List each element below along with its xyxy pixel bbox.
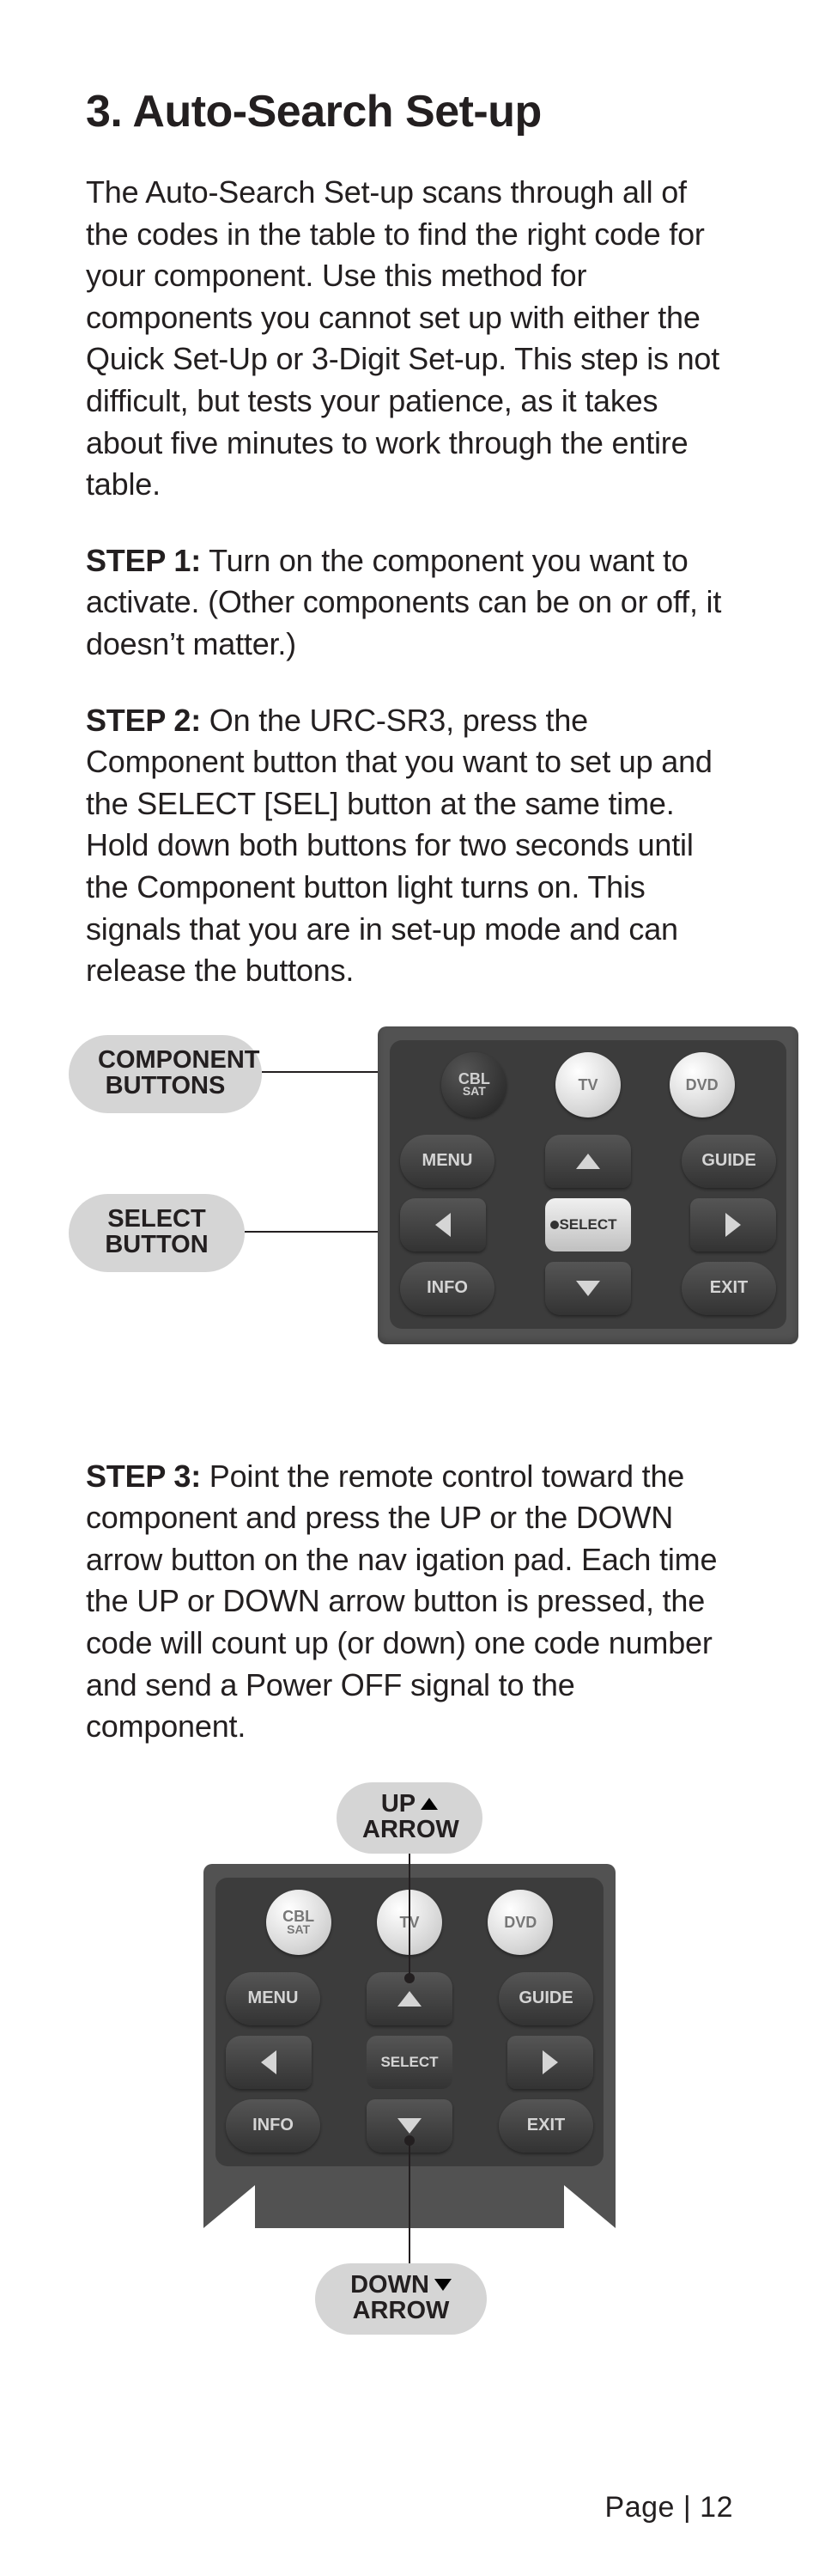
section-title-text: Auto-Search Set-up (132, 87, 541, 137)
left-arrow-button (400, 1198, 486, 1251)
select-button: SELECT (367, 2036, 452, 2089)
exit-button: EXIT (499, 2099, 593, 2153)
callout-component-buttons: COMPONENT BUTTONS (69, 1035, 262, 1113)
menu-button: MENU (226, 1972, 320, 2025)
dvd-button: DVD (488, 1890, 553, 1955)
info-button: INFO (226, 2099, 320, 2153)
right-arrow-button (507, 2036, 593, 2089)
guide-button: GUIDE (682, 1135, 776, 1188)
step-1: STEP 1: Turn on the component you want t… (86, 540, 733, 666)
leader-line (409, 2141, 410, 2263)
step-3: STEP 3: Point the remote control toward … (86, 1456, 733, 1748)
callout-down-arrow: DOWN ARROW (315, 2263, 487, 2335)
remote-diagram-step2: COMPONENT BUTTONS SELECT BUTTON CBLSAT T… (86, 1026, 733, 1379)
dvd-button: DVD (670, 1052, 735, 1117)
remote-diagram-step3: UP ARROW CBLSAT TV DVD MENU GUIDE SELECT (169, 1782, 650, 2349)
step-2-body: On the URC-SR3, press the Component butt… (86, 703, 713, 989)
tv-button: TV (555, 1052, 621, 1117)
menu-button: MENU (400, 1135, 494, 1188)
step-2: STEP 2: On the URC-SR3, press the Compon… (86, 700, 733, 992)
step-1-label: STEP 1: (86, 543, 201, 578)
section-number: 3. (86, 87, 122, 137)
up-triangle-icon (421, 1798, 438, 1810)
down-triangle-icon (434, 2279, 452, 2291)
select-button-highlighted: SELECT (545, 1198, 631, 1251)
exit-button: EXIT (682, 1262, 776, 1315)
step-3-label: STEP 3: (86, 1459, 201, 1494)
intro-paragraph: The Auto-Search Set-up scans through all… (86, 172, 733, 506)
step-2-label: STEP 2: (86, 703, 201, 738)
remote-illustration: CBLSAT TV DVD MENU GUIDE SELECT INFO (378, 1026, 798, 1344)
step-3-body: Point the remote control toward the comp… (86, 1459, 717, 1745)
cbl-sat-button: CBLSAT (266, 1890, 331, 1955)
cbl-sat-button: CBLSAT (441, 1052, 507, 1117)
right-arrow-button (690, 1198, 776, 1251)
section-heading: 3. Auto-Search Set-up (86, 86, 733, 137)
guide-button: GUIDE (499, 1972, 593, 2025)
down-arrow-button (545, 1262, 631, 1315)
callout-select-button: SELECT BUTTON (69, 1194, 245, 1272)
up-arrow-button (545, 1135, 631, 1188)
callout-up-arrow: UP ARROW (337, 1782, 482, 1854)
leader-line (409, 1844, 410, 1977)
page-footer: Page | 12 (605, 2491, 733, 2524)
left-arrow-button (226, 2036, 312, 2089)
info-button: INFO (400, 1262, 494, 1315)
